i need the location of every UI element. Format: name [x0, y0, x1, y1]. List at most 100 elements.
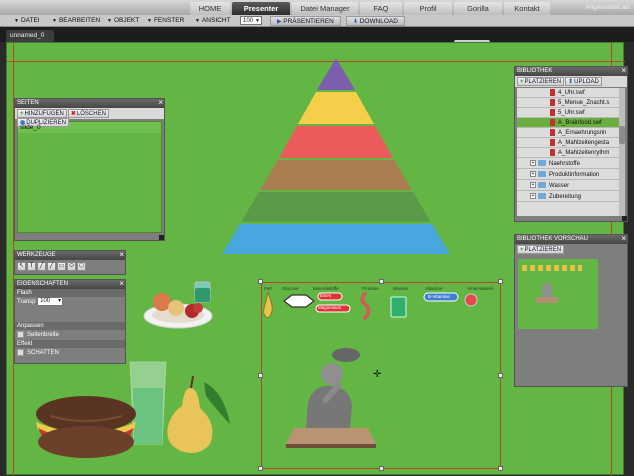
library-panel-title: BIBLIOTHEK × — [515, 66, 627, 76]
resize-grip[interactable] — [622, 216, 627, 221]
selection-handle[interactable] — [258, 466, 263, 471]
expand-icon[interactable]: + — [530, 171, 536, 178]
pyramid-layer-fats — [298, 92, 374, 124]
zoom-select[interactable]: 100 ▼ — [240, 16, 262, 25]
menu-bar: ▼ DATEI ▼ BEARBEITEN ▼ OBJEKT ▼ FENSTER ▼ ANS… — [0, 15, 634, 27]
document-tab-strip — [0, 27, 634, 42]
selection-handle[interactable] — [498, 373, 503, 378]
shadow-label: SCHATTEN — [27, 350, 59, 356]
slides-panel: SEITEN× +HINZUFÜGEN✖LÖSCHEN◉DUPLIZIEREN … — [14, 98, 165, 241]
preview-place-button[interactable]: +PLATZIEREN — [517, 245, 565, 254]
rectangle-tool-icon[interactable]: ▭ — [57, 262, 66, 271]
selection-handle[interactable] — [258, 279, 263, 284]
library-file-item[interactable]: A_Mahlzeitenrythm — [517, 148, 620, 158]
menu-ansicht-label: ANSICHT — [201, 17, 231, 24]
thinking-figure-image[interactable] — [284, 344, 378, 450]
nav-tab-faq[interactable]: FAQ — [360, 2, 402, 15]
preview-pictogram-row — [522, 265, 582, 271]
selection-handle[interactable] — [258, 373, 263, 378]
resize-grip[interactable] — [159, 235, 164, 240]
select-tool-icon[interactable]: ↖ — [17, 262, 26, 271]
text-tool-icon[interactable]: T — [27, 262, 36, 271]
transparency-value: 100 — [40, 298, 51, 304]
menu-fenster[interactable]: ▼ FENSTER — [147, 16, 184, 26]
file-name: A_Mahlzeitengesta — [558, 140, 610, 146]
pyramid-layer-water — [222, 224, 450, 254]
transparency-select[interactable]: 100 ▼ — [37, 297, 64, 306]
ellipse-tool-icon[interactable]: ⬭ — [67, 262, 76, 271]
present-button[interactable]: ▶ PRÄSENTIEREN — [270, 16, 341, 26]
expand-icon[interactable]: + — [530, 193, 536, 200]
file-icon — [550, 108, 555, 116]
library-file-item[interactable]: A_Mahlzeitengesta — [517, 138, 620, 148]
library-scrollbar[interactable] — [619, 88, 625, 216]
login-status: Angemeldet als — [585, 4, 630, 11]
expand-icon[interactable]: + — [530, 182, 536, 189]
chevron-down-icon: ▼ — [255, 18, 260, 24]
pyramid-layer-proteins — [279, 126, 393, 158]
selection-handle[interactable] — [498, 466, 503, 471]
nav-tab-gorilla[interactable]: Gorilla — [454, 2, 502, 15]
pen-tool-icon[interactable]: ╱ — [37, 262, 46, 271]
close-icon[interactable]: × — [119, 279, 124, 288]
present-label: PRÄSENTIEREN — [283, 18, 334, 25]
menu-bearbeiten[interactable]: ▼ BEARBEITEN — [52, 16, 100, 26]
place-button[interactable]: +PLATZIEREN — [517, 77, 565, 86]
preview-toolbar: +PLATZIEREN — [515, 244, 627, 255]
selection-handle[interactable] — [498, 279, 503, 284]
library-folder-item[interactable]: + Zubereitung — [517, 192, 620, 202]
sandwich-image[interactable] — [30, 392, 142, 462]
library-file-item[interactable]: A_Ernaehrungsrin — [517, 128, 620, 138]
document-tab[interactable]: unnamed_0 — [6, 30, 54, 42]
line-tool-icon[interactable]: ╱ — [47, 262, 56, 271]
place-label: PLATZIEREN — [524, 79, 562, 85]
library-folder-item[interactable]: + Produktinformation — [517, 170, 620, 180]
polygon-tool-icon[interactable]: ⬡ — [77, 262, 86, 271]
fit-width-checkbox[interactable] — [17, 330, 24, 338]
library-file-item-selected[interactable]: A_Brainfood.swf — [517, 118, 620, 128]
download-label: DOWNLOAD — [359, 18, 398, 25]
menu-objekt[interactable]: ▼ OBJEKT — [107, 16, 139, 26]
shadow-checkbox[interactable] — [17, 348, 24, 356]
delete-slide-button[interactable]: ✖LÖSCHEN — [67, 109, 109, 118]
close-icon[interactable]: × — [119, 250, 124, 259]
library-folder-item[interactable]: + Wasser — [517, 181, 620, 191]
library-file-item[interactable]: 5_Uhr.swf — [517, 108, 620, 118]
close-icon[interactable]: × — [621, 234, 626, 243]
nav-tab-kontakt[interactable]: Kontakt — [504, 2, 550, 15]
food-plate-image[interactable] — [140, 280, 220, 332]
library-scroll-thumb[interactable] — [619, 126, 625, 144]
nav-tab-home[interactable]: HOME — [190, 2, 230, 15]
menu-ansicht[interactable]: ▼ ANSICHT — [195, 16, 230, 26]
folder-name: Produktinformation — [549, 172, 600, 178]
food-pyramid[interactable] — [214, 58, 458, 256]
nav-tab-datei-manager[interactable]: Datei Manager — [292, 2, 358, 15]
selection-handle[interactable] — [379, 279, 384, 284]
library-folder-item[interactable]: + Naehrstoffe — [517, 159, 620, 169]
dropdown-arrow-icon: ▼ — [147, 18, 152, 24]
fit-width-row[interactable]: Seitenbreite — [15, 330, 125, 340]
library-file-item[interactable]: 4_Uhr.swf — [517, 88, 620, 98]
close-icon[interactable]: × — [158, 98, 163, 107]
dropdown-arrow-icon: ▼ — [107, 18, 112, 24]
menu-datei[interactable]: ▼ DATEI — [14, 16, 40, 26]
expand-icon[interactable]: + — [530, 160, 536, 167]
add-slide-button[interactable]: +HINZUFÜGEN — [17, 109, 67, 118]
properties-panel-title-text: EIGENSCHAFTEN — [17, 281, 69, 287]
delete-icon: ✖ — [70, 111, 76, 117]
tool-row: ↖ T ╱ ╱ ▭ ⬭ ⬡ — [15, 260, 125, 273]
pear-image[interactable] — [160, 372, 238, 456]
selection-handle[interactable] — [379, 466, 384, 471]
upload-button[interactable]: ⬆UPLOAD — [565, 77, 602, 86]
glucose-icon — [283, 294, 315, 308]
nav-tab-presenter[interactable]: Presenter — [232, 2, 290, 15]
slide-item[interactable]: slide_0 — [18, 122, 161, 133]
nav-tab-profil[interactable]: Profil — [404, 2, 452, 15]
download-button[interactable]: ⬇ DOWNLOAD — [346, 16, 405, 26]
flash-section-header: Flash — [15, 289, 125, 297]
menu-fenster-label: FENSTER — [153, 17, 185, 24]
library-file-item[interactable]: 5_Menue_Znacht.s — [517, 98, 620, 108]
file-icon — [550, 138, 555, 146]
shadow-row[interactable]: SCHATTEN — [15, 348, 125, 358]
close-icon[interactable]: × — [621, 66, 626, 75]
